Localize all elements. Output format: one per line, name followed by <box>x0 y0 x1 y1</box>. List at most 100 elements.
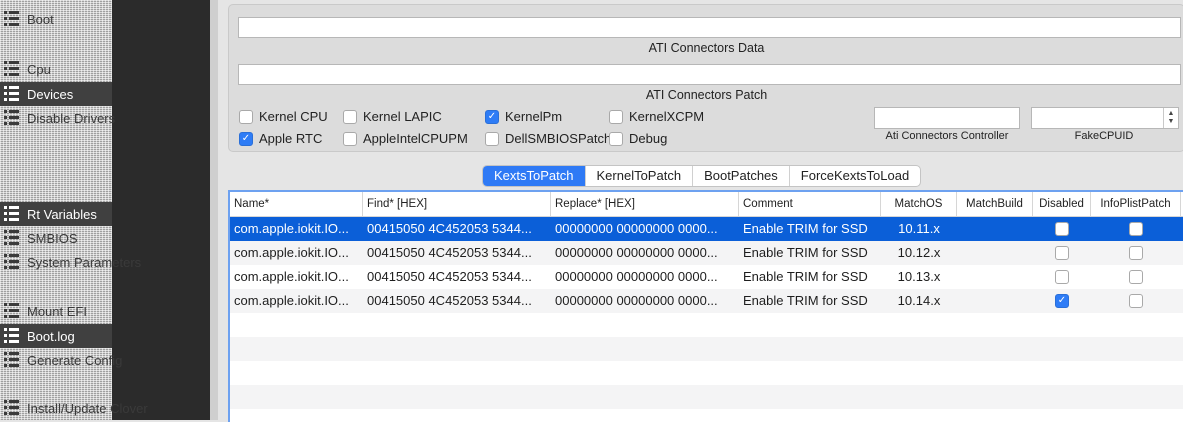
sidebar-item-label: Disable Drivers <box>27 110 116 126</box>
table-cell[interactable]: com.apple.iokit.IO... <box>230 265 363 289</box>
list-icon <box>4 352 22 368</box>
list-icon <box>4 11 22 27</box>
sidebar-item[interactable]: Install/Update Clover <box>0 396 148 420</box>
sidebar-item-label: Boot <box>27 11 54 27</box>
ati-connectors-patch-input[interactable] <box>238 64 1181 85</box>
table-cell[interactable]: com.apple.iokit.IO... <box>230 241 363 265</box>
column-header[interactable]: Replace* [HEX] <box>551 192 739 216</box>
table-cell[interactable]: 00415050 4C452053 5344... <box>363 265 551 289</box>
table-cell[interactable]: com.apple.iokit.IO... <box>230 217 363 241</box>
checkbox-icon[interactable] <box>485 131 499 146</box>
checkmark-icon[interactable]: ✓ <box>485 109 499 124</box>
tab[interactable]: ForceKextsToLoad <box>790 166 920 186</box>
checkbox-icon[interactable] <box>1055 270 1069 284</box>
checkmark-icon[interactable]: ✓ <box>239 131 253 146</box>
table-cell[interactable]: 10.14.x <box>881 289 957 313</box>
sidebar-item[interactable]: Boot.log <box>0 324 112 348</box>
column-header[interactable]: MatchOS <box>881 192 957 216</box>
table-cell[interactable] <box>957 265 1033 289</box>
table-cell[interactable]: 00000000 00000000 0000... <box>551 241 739 265</box>
kexts-to-patch-table[interactable]: Name* Find* [HEX] Replace* [HEX] Comment Mat… <box>228 190 1183 422</box>
table-cell[interactable]: 00415050 4C452053 5344... <box>363 289 551 313</box>
table-row[interactable]: com.apple.iokit.IO... 00415050 4C452053 5… <box>230 289 1183 313</box>
checkbox-icon[interactable] <box>239 109 253 124</box>
table-cell[interactable]: Enable TRIM for SSD <box>739 289 881 313</box>
table-cell[interactable]: 10.13.x <box>881 265 957 289</box>
checkbox-icon[interactable] <box>1055 222 1069 236</box>
option-checkbox[interactable]: DellSMBIOSPatch <box>485 131 611 146</box>
table-cell[interactable]: 00000000 00000000 0000... <box>551 289 739 313</box>
checkbox-icon[interactable] <box>609 131 623 146</box>
table-cell[interactable]: 10.12.x <box>881 241 957 265</box>
table-row[interactable] <box>230 337 1183 361</box>
checkmark-icon[interactable]: ✓ <box>1055 294 1069 308</box>
table-cell[interactable]: Enable TRIM for SSD <box>739 217 881 241</box>
option-checkbox[interactable]: KernelXCPM <box>609 109 704 124</box>
table-cell[interactable]: 00000000 00000000 0000... <box>551 265 739 289</box>
table-cell[interactable]: Enable TRIM for SSD <box>739 265 881 289</box>
tab[interactable]: KernelToPatch <box>586 166 694 186</box>
checkbox-icon[interactable] <box>343 109 357 124</box>
checkbox-icon[interactable] <box>343 131 357 146</box>
option-checkbox[interactable]: ✓ Apple RTC <box>239 131 322 146</box>
column-header[interactable]: Disabled <box>1033 192 1091 216</box>
list-icon <box>4 61 22 77</box>
table-cell[interactable]: 10.11.x <box>881 217 957 241</box>
option-checkbox[interactable]: ✓ KernelPm <box>485 109 562 124</box>
list-icon <box>4 303 22 319</box>
tab[interactable]: KextsToPatch <box>483 166 586 186</box>
sidebar-item[interactable]: Boot <box>0 7 54 31</box>
sidebar-item-label: SMBIOS <box>27 230 78 246</box>
table-cell[interactable]: com.apple.iokit.IO... <box>230 289 363 313</box>
table-cell[interactable]: 00000000 00000000 0000... <box>551 217 739 241</box>
split-divider[interactable] <box>210 0 218 420</box>
table-cell[interactable]: 00415050 4C452053 5344... <box>363 241 551 265</box>
list-icon <box>4 86 22 102</box>
checkbox-icon[interactable] <box>1129 294 1143 308</box>
fake-cpuid-combobox[interactable]: ▲ ▼ <box>1031 107 1179 129</box>
table-cell <box>1033 265 1091 289</box>
column-header[interactable]: InfoPlistPatch <box>1091 192 1181 216</box>
sidebar-item[interactable]: SMBIOS <box>0 226 78 250</box>
column-header[interactable]: Comment <box>739 192 881 216</box>
table-cell[interactable] <box>957 241 1033 265</box>
table-cell[interactable]: Enable TRIM for SSD <box>739 241 881 265</box>
checkbox-icon[interactable] <box>1055 246 1069 260</box>
list-icon <box>4 230 22 246</box>
table-cell <box>1033 241 1091 265</box>
checkbox-icon[interactable] <box>1129 246 1143 260</box>
sidebar-item[interactable]: Mount EFI <box>0 299 87 323</box>
checkbox-icon[interactable] <box>1129 222 1143 236</box>
sidebar-item[interactable]: Devices <box>0 82 112 106</box>
ati-connectors-data-input[interactable] <box>238 17 1181 38</box>
option-checkbox[interactable]: Debug <box>609 131 667 146</box>
table-row[interactable]: com.apple.iokit.IO... 00415050 4C452053 5… <box>230 241 1183 265</box>
sidebar: Boot Cpu Devices Disable Drivers Rt Variable… <box>0 0 210 420</box>
checkbox-icon[interactable] <box>1129 270 1143 284</box>
sidebar-item[interactable]: Generate Config <box>0 348 122 372</box>
table-row[interactable]: com.apple.iokit.IO... 00415050 4C452053 5… <box>230 265 1183 289</box>
table-row[interactable] <box>230 385 1183 409</box>
column-header[interactable]: Name* <box>230 192 363 216</box>
sidebar-item[interactable]: Rt Variables <box>0 202 112 226</box>
table-row[interactable]: com.apple.iokit.IO... 00415050 4C452053 5… <box>230 217 1183 241</box>
sidebar-item[interactable]: Cpu <box>0 57 51 81</box>
option-checkbox[interactable]: Kernel LAPIC <box>343 109 442 124</box>
table-cell[interactable] <box>957 289 1033 313</box>
sidebar-item[interactable]: System Parameters <box>0 250 141 274</box>
sidebar-item[interactable]: Disable Drivers <box>0 106 115 130</box>
sidebar-item-label: Rt Variables <box>27 206 97 222</box>
ati-connectors-controller-input[interactable] <box>874 107 1020 129</box>
column-header[interactable]: MatchBuild <box>957 192 1033 216</box>
option-checkbox[interactable]: AppleIntelCPUPM <box>343 131 468 146</box>
table-cell[interactable] <box>957 217 1033 241</box>
table-cell[interactable]: 00415050 4C452053 5344... <box>363 217 551 241</box>
table-row[interactable] <box>230 361 1183 385</box>
table-row[interactable] <box>230 313 1183 337</box>
checkbox-icon[interactable] <box>609 109 623 124</box>
option-checkbox[interactable]: Kernel CPU <box>239 109 328 124</box>
tab[interactable]: BootPatches <box>693 166 790 186</box>
column-header[interactable]: Find* [HEX] <box>363 192 551 216</box>
combobox-chevron-icon[interactable]: ▲ ▼ <box>1163 108 1178 128</box>
fake-cpuid-label: FakeCPUID <box>1074 130 1134 142</box>
